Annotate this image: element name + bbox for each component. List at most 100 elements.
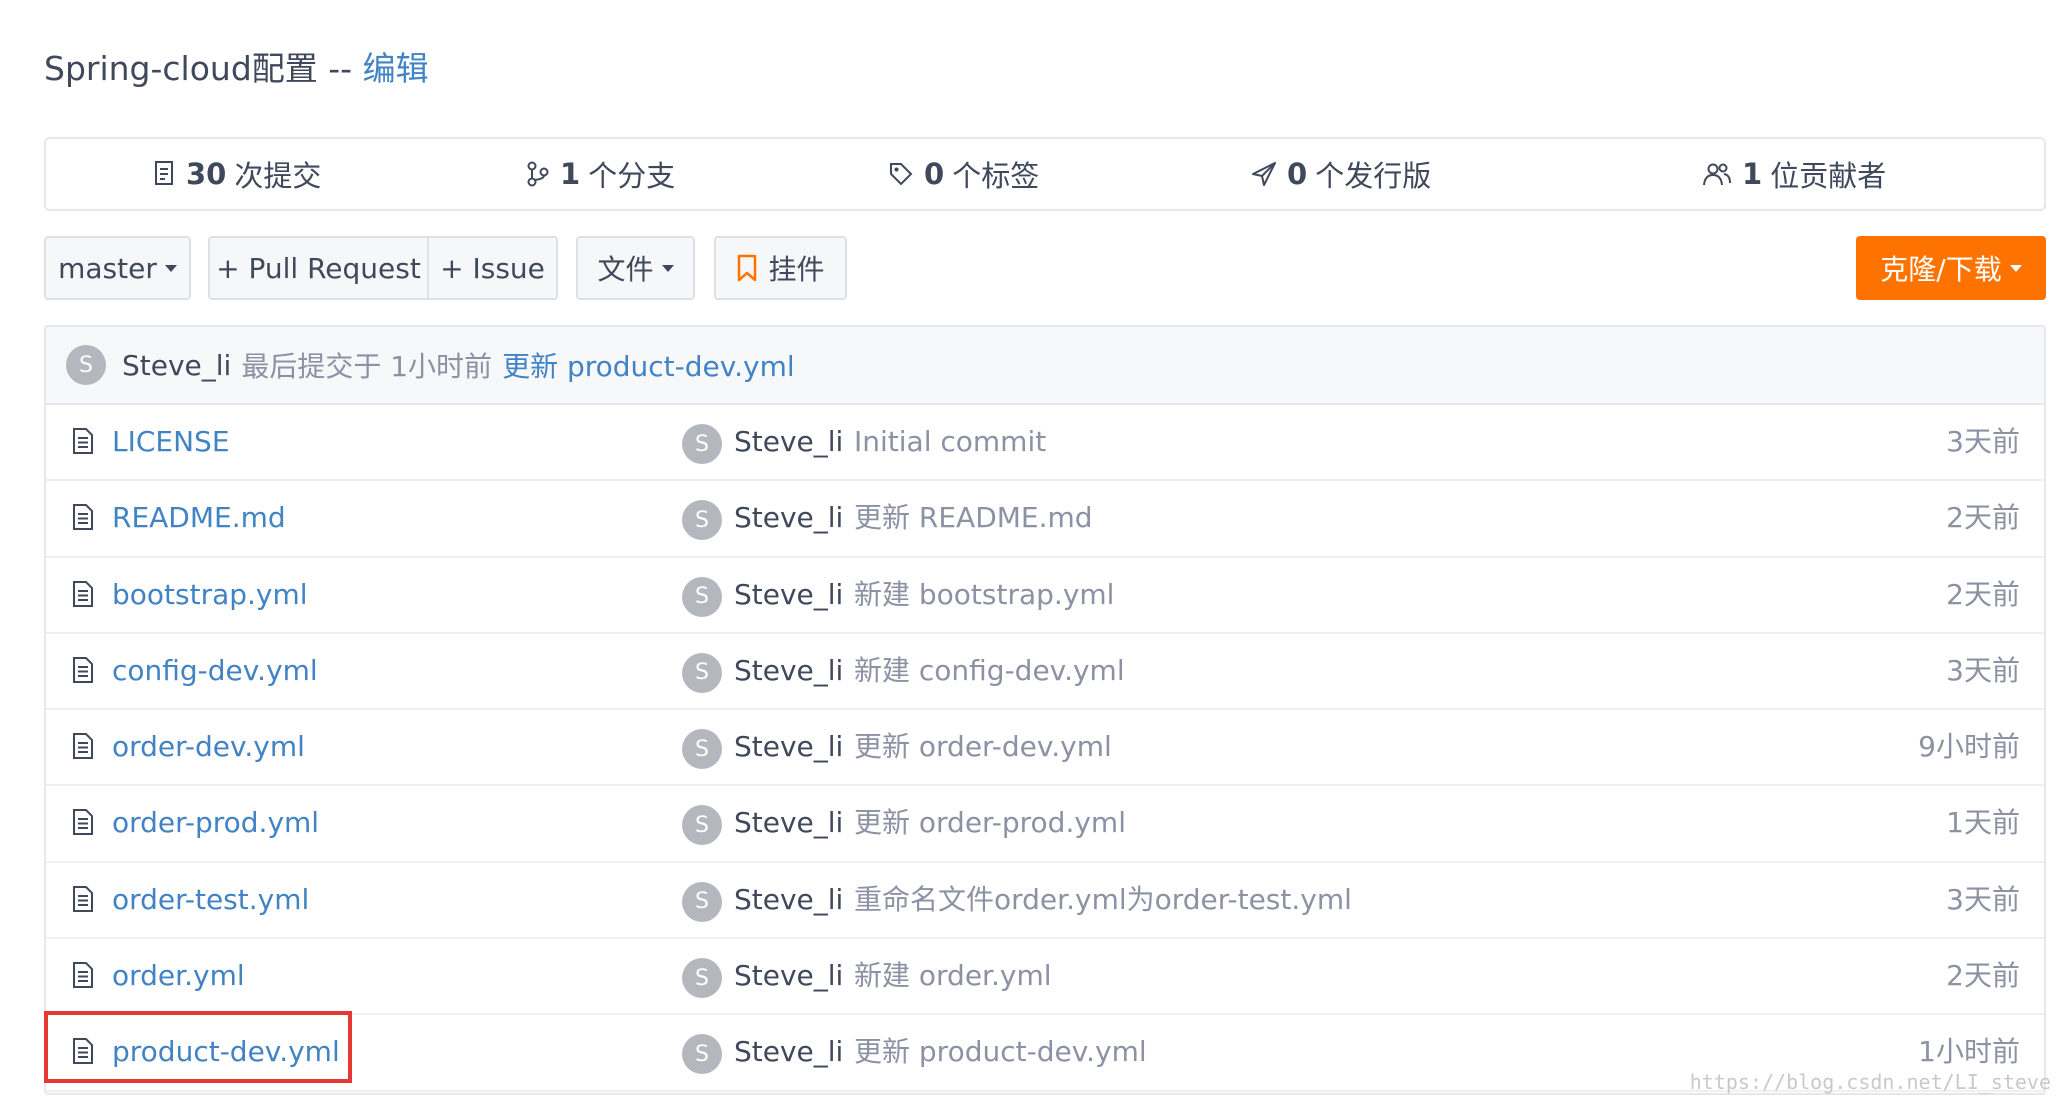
edit-link[interactable]: 编辑 xyxy=(363,49,429,88)
commit-message[interactable]: 重命名文件order.yml为order-test.yml xyxy=(854,863,1352,937)
file-name-link[interactable]: order.yml xyxy=(112,939,245,1013)
commit-time: 2天前 xyxy=(1946,959,2020,993)
file-name-link[interactable]: order-dev.yml xyxy=(112,710,305,784)
chevron-down-icon xyxy=(661,264,674,272)
stat-contributors[interactable]: 1 位贡献者 xyxy=(1702,139,1886,209)
stat-label: 次提交 xyxy=(234,159,322,193)
commit-author[interactable]: Steve_li xyxy=(734,710,843,784)
chevron-down-icon xyxy=(2009,264,2022,272)
stat-label: 个分支 xyxy=(588,159,676,193)
file-name-link[interactable]: README.md xyxy=(112,481,286,555)
commit-message[interactable]: 新建 order.yml xyxy=(854,939,1052,1013)
bookmark-icon xyxy=(738,254,757,282)
last-commit-author[interactable]: Steve_li xyxy=(122,349,231,382)
avatar[interactable]: S xyxy=(682,958,722,999)
issue-label: + Issue xyxy=(440,251,545,285)
file-name-link[interactable]: order-test.yml xyxy=(112,863,309,937)
avatar[interactable]: S xyxy=(682,805,722,846)
commit-message[interactable]: 新建 config-dev.yml xyxy=(854,634,1125,708)
avatar[interactable]: S xyxy=(682,881,722,922)
contributors-icon xyxy=(1703,163,1731,186)
commit-message[interactable]: 新建 bootstrap.yml xyxy=(854,558,1114,632)
stat-count: 1 xyxy=(1742,157,1763,191)
title-separator: -- xyxy=(328,49,353,88)
avatar[interactable]: S xyxy=(682,1034,722,1075)
last-commit-bar: S Steve_li 最后提交于 1小时前 更新 product-dev.yml xyxy=(46,327,2044,405)
avatar[interactable]: S xyxy=(682,424,722,464)
file-icon xyxy=(72,808,94,843)
stat-count: 1 xyxy=(560,157,581,191)
tag-icon xyxy=(890,163,913,186)
table-row: config-dev.yml S Steve_li 新建 config-dev.yml… xyxy=(46,634,2044,711)
commit-author[interactable]: Steve_li xyxy=(734,558,843,632)
chevron-down-icon xyxy=(164,264,177,272)
file-icon xyxy=(72,503,94,538)
file-menu-label: 文件 xyxy=(597,253,654,286)
commit-author[interactable]: Steve_li xyxy=(734,481,843,555)
commit-author[interactable]: Steve_li xyxy=(734,863,843,937)
repo-name: Spring-cloud配置 xyxy=(44,49,318,88)
commit-message[interactable]: 更新 product-dev.yml xyxy=(854,1015,1147,1089)
commit-time: 9小时前 xyxy=(1918,730,2020,764)
stat-commits[interactable]: 30 次提交 xyxy=(154,139,321,209)
repo-stats-bar: 30 次提交 1 个分支 0 个标签 0 个发行版 1 位贡献者 xyxy=(44,137,2046,211)
widget-label: 挂件 xyxy=(768,253,825,286)
file-icon xyxy=(72,580,94,615)
widget-button[interactable]: 挂件 xyxy=(714,236,847,300)
watermark: https://blog.csdn.net/LI_steve xyxy=(1689,1070,2051,1094)
stat-tags[interactable]: 0 个标签 xyxy=(888,139,1039,209)
file-icon xyxy=(72,732,94,767)
commit-time: 1天前 xyxy=(1946,806,2020,840)
stat-count: 0 xyxy=(1287,157,1308,191)
table-row: order-test.yml S Steve_li 重命名文件order.yml为or… xyxy=(46,863,2044,940)
commit-author[interactable]: Steve_li xyxy=(734,1015,843,1089)
avatar[interactable]: S xyxy=(682,576,722,617)
last-commit-message[interactable]: 更新 product-dev.yml xyxy=(502,345,795,385)
commit-message[interactable]: Initial commit xyxy=(854,405,1046,479)
file-icon xyxy=(72,427,94,462)
issue-button[interactable]: + Issue xyxy=(427,236,558,300)
branch-select[interactable]: master xyxy=(44,236,191,300)
stat-releases[interactable]: 0 个发行版 xyxy=(1251,139,1431,209)
commit-time: 3天前 xyxy=(1946,653,2020,687)
highlight-box xyxy=(44,1011,352,1083)
file-icon xyxy=(72,885,94,920)
clone-download-button[interactable]: 克隆/下载 xyxy=(1856,236,2046,300)
page-title: Spring-cloud配置 -- 编辑 xyxy=(44,42,429,90)
stat-branches[interactable]: 1 个分支 xyxy=(526,139,675,209)
stat-label: 个发行版 xyxy=(1315,159,1432,193)
commit-message[interactable]: 更新 README.md xyxy=(854,481,1093,555)
avatar[interactable]: S xyxy=(682,729,722,770)
file-icon xyxy=(72,656,94,691)
commit-author[interactable]: Steve_li xyxy=(734,405,843,479)
commit-time: 3天前 xyxy=(1946,425,2020,458)
file-icon xyxy=(72,961,94,996)
commit-time: 2天前 xyxy=(1946,577,2020,611)
last-commit-meta: 最后提交于 1小时前 xyxy=(241,350,493,383)
commit-time: 2天前 xyxy=(1946,501,2020,535)
branch-icon xyxy=(527,161,549,187)
table-row: LICENSE S Steve_li Initial commit 3天前 xyxy=(46,405,2044,482)
file-menu-button[interactable]: 文件 xyxy=(576,236,695,300)
commit-author[interactable]: Steve_li xyxy=(734,786,843,860)
avatar[interactable]: S xyxy=(682,500,722,541)
file-name-link[interactable]: config-dev.yml xyxy=(112,634,318,708)
clone-download-label: 克隆/下载 xyxy=(1880,253,2002,286)
commit-time: 3天前 xyxy=(1946,882,2020,916)
file-name-link[interactable]: order-prod.yml xyxy=(112,786,319,860)
table-row: order-dev.yml S Steve_li 更新 order-dev.yml 9小… xyxy=(46,710,2044,787)
pull-request-button[interactable]: + Pull Request xyxy=(208,236,429,300)
file-name-link[interactable]: LICENSE xyxy=(112,405,230,479)
commit-message[interactable]: 更新 order-prod.yml xyxy=(854,786,1126,860)
avatar[interactable]: S xyxy=(682,652,722,693)
commit-author[interactable]: Steve_li xyxy=(734,939,843,1013)
table-row: README.md S Steve_li 更新 README.md 2天前 xyxy=(46,481,2044,558)
commit-message[interactable]: 更新 order-dev.yml xyxy=(854,710,1112,784)
stat-count: 30 xyxy=(186,157,227,191)
commit-author[interactable]: Steve_li xyxy=(734,634,843,708)
avatar[interactable]: S xyxy=(66,345,106,385)
stat-count: 0 xyxy=(924,157,945,191)
file-name-link[interactable]: bootstrap.yml xyxy=(112,558,308,632)
pull-request-label: + Pull Request xyxy=(216,251,421,285)
release-icon xyxy=(1252,162,1276,186)
